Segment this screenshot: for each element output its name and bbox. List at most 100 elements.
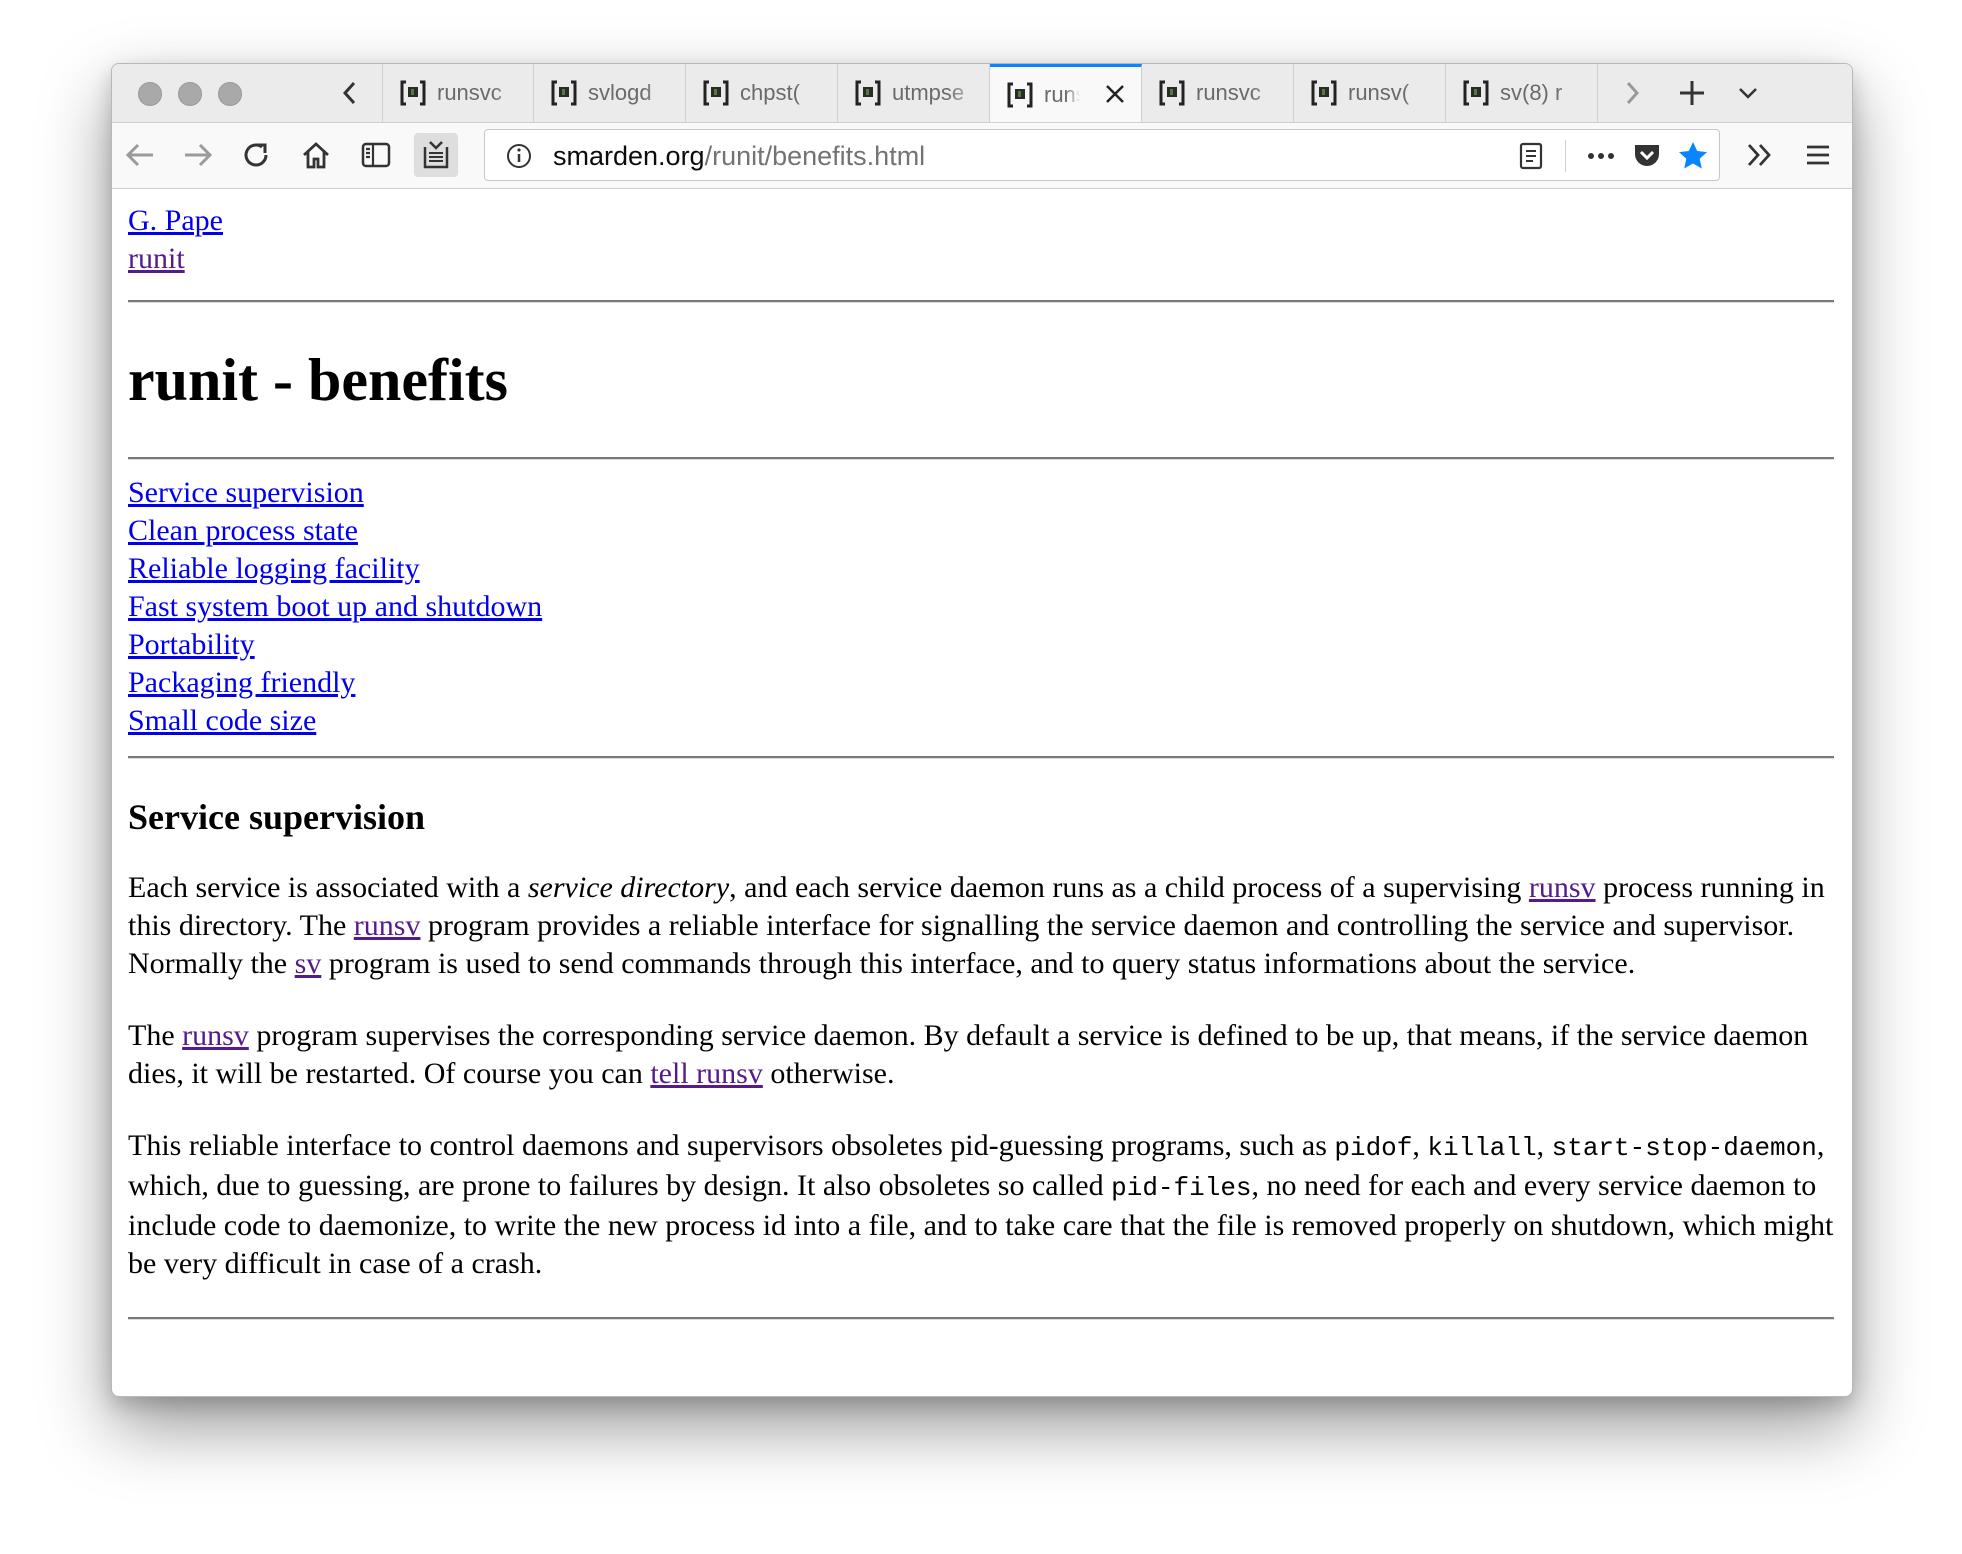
code-start-stop-daemon: start-stop-daemon [1551,1133,1817,1163]
runsv-link[interactable]: runsv [1529,871,1596,904]
pocket-icon [1635,145,1659,166]
tab-list-icon [1739,88,1757,99]
favicon-icon [1463,80,1489,106]
page-content: G. Pape runit runit - benefits Service s… [128,190,1834,1320]
screenshot-icon [423,141,449,169]
overflow-icon [1747,144,1771,166]
divider [128,1317,1834,1320]
divider [128,457,1834,460]
toc-link-clean-process-state[interactable]: Clean process state [128,512,1834,550]
sv-link[interactable]: sv [295,947,322,980]
toc-link-reliable-logging[interactable]: Reliable logging facility [128,550,1834,588]
toc-link-fast-boot[interactable]: Fast system boot up and shutdown [128,588,1834,626]
favicon-icon [1159,80,1185,106]
tab-label: sv(8) r [1500,80,1563,105]
close-tab-icon[interactable] [1103,82,1127,106]
scroll-tabs-right-button[interactable] [1612,64,1652,122]
browser-window: runsvc svlogd chpst( utmpse runsvdir [111,63,1853,1397]
toc-link-service-supervision[interactable]: Service supervision [128,474,1834,512]
section-heading: Service supervision [128,797,425,837]
runsv-link[interactable]: runsv [182,1019,249,1052]
text: Each service is associated with a [128,871,528,904]
tab-utmpset[interactable]: utmpse [838,64,990,122]
divider [128,300,1834,303]
paragraph-1: Each service is associated with a servic… [128,869,1834,983]
tab-label: runsv( [1348,80,1410,105]
tab-sv[interactable]: sv(8) r [1446,64,1598,122]
text: This reliable interface to control daemo… [128,1129,1335,1162]
window-close-button[interactable] [138,82,162,106]
navigation-toolbar: smarden.org/runit/benefits.html [112,123,1852,189]
paragraph-2: The runsv program supervises the corresp… [128,1017,1834,1093]
toc-link-packaging-friendly[interactable]: Packaging friendly [128,664,1834,702]
text: , [1412,1129,1428,1162]
favicon-icon [1311,80,1337,106]
tab-label: utmpse [892,80,965,105]
runit-link[interactable]: runit [128,240,1834,278]
sidebar-button[interactable] [354,133,398,177]
code-killall: killall [1427,1133,1537,1163]
page-actions-button[interactable] [1579,134,1623,178]
tab-strip: runsvc svlogd chpst( utmpse runsvdir [112,64,1852,123]
url-domain: smarden.org [553,141,705,171]
url-bar[interactable]: smarden.org/runit/benefits.html [484,129,1720,181]
window-minimize-button[interactable] [178,82,202,106]
tab-runsv[interactable]: runsv( [1294,64,1446,122]
new-tab-button[interactable] [1672,64,1712,122]
window-zoom-button[interactable] [218,82,242,106]
tab-chpst[interactable]: chpst( [686,64,838,122]
tell-runsv-link[interactable]: tell runsv [650,1057,763,1090]
tab-label: runsvc [1196,80,1261,105]
tab-label: runsvc [437,80,502,105]
sidebar-icon [361,142,391,168]
chevron-left-icon [342,81,356,105]
bookmark-star-button[interactable] [1671,134,1715,178]
site-info-button[interactable] [497,134,541,178]
home-icon [303,142,329,169]
text: program is used to send commands through… [321,947,1636,980]
home-button[interactable] [294,133,338,177]
tab-label: svlogd [588,80,652,105]
toc-link-small-code-size[interactable]: Small code size [128,702,1834,740]
divider [128,756,1834,759]
favicon-icon [400,80,426,106]
favicon-icon [703,80,729,106]
favicon-icon [1007,82,1033,107]
text: otherwise. [762,1057,895,1090]
tab-label: chpst( [740,80,800,105]
tab-runsvchdir[interactable]: runsvc [382,64,534,122]
pocket-button[interactable] [1625,134,1669,178]
toc-link-portability[interactable]: Portability [128,626,1834,664]
reload-button[interactable] [234,133,278,177]
bookmark-star-icon [1679,142,1707,169]
code-pid-files: pid-files [1111,1173,1252,1203]
reload-icon [244,143,268,167]
tab-list-button[interactable] [1728,64,1768,122]
back-icon [125,143,153,167]
url-text[interactable]: smarden.org/runit/benefits.html [553,141,925,172]
reader-view-button[interactable] [1509,134,1553,178]
tab-svlogd[interactable]: svlogd [534,64,686,122]
back-button[interactable] [118,133,162,177]
runsv-link[interactable]: runsv [354,909,421,942]
text: program supervises the corresponding ser… [128,1019,1809,1090]
paragraph-3: This reliable interface to control daemo… [128,1127,1834,1283]
reader-view-icon [1519,142,1543,170]
screenshot-button[interactable] [414,133,458,177]
top-links: G. Pape runit [128,202,1834,278]
overflow-button[interactable] [1738,133,1782,177]
author-link[interactable]: G. Pape [128,202,1834,240]
tab-label: runsvdir [1044,81,1080,107]
scroll-tabs-left-button[interactable] [330,64,370,122]
favicon-icon [551,80,577,106]
menu-button[interactable] [1796,133,1840,177]
tab-list: runsvc svlogd chpst( utmpse runsvdir [382,64,1598,122]
url-path: /runit/benefits.html [704,141,926,171]
info-icon [507,144,531,168]
forward-button[interactable] [176,133,220,177]
tab-runsvdir[interactable]: runsvc [1142,64,1294,122]
emphasis: service directory [527,871,730,904]
favicon-icon [855,80,881,106]
urlbar-separator [1565,140,1566,172]
tab-active-benefits[interactable]: runsvdir [990,64,1142,122]
